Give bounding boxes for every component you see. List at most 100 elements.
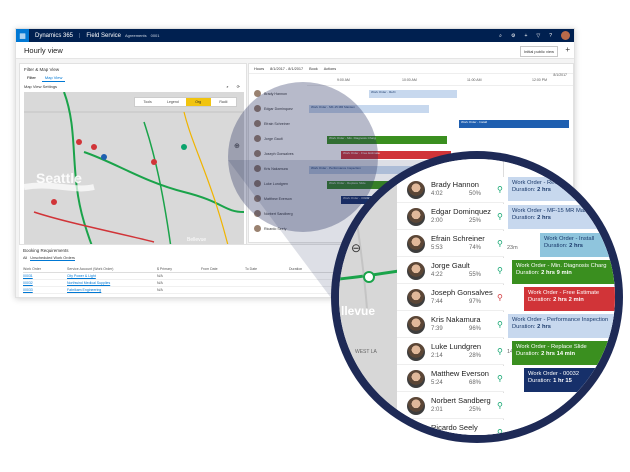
tab-all[interactable]: All xyxy=(23,256,27,261)
map-pin-icon[interactable]: ⚲ xyxy=(497,401,503,410)
map-pin-icon[interactable]: ⚲ xyxy=(497,212,503,221)
area-selector[interactable]: Field Service xyxy=(86,33,121,39)
account-link[interactable]: City Power & Light xyxy=(67,274,157,278)
resource-row[interactable]: Kris Nakamura 7:39 96% ⚲ xyxy=(397,312,504,338)
breadcrumb-2[interactable]: 0001 xyxy=(151,33,160,38)
work-order-link[interactable]: 00031 xyxy=(23,274,67,278)
booking-block[interactable]: Work Order - Performance Inspection Durat… xyxy=(508,314,615,338)
booking-duration-line: Duration: 2 hrs xyxy=(512,187,615,194)
booking-title: Work Order - Refri xyxy=(512,180,560,186)
zoom-map-pin[interactable] xyxy=(363,271,375,283)
work-order-link[interactable]: 00033 xyxy=(23,288,67,292)
map-pin-red[interactable] xyxy=(76,139,82,145)
resource-row[interactable]: Efrain Schreiner 5:53 74% ⚲ xyxy=(397,231,504,257)
filter-icon[interactable]: ▽ xyxy=(536,33,540,39)
booking-block[interactable]: Work Order - Free Estimate Duration: 2 hr… xyxy=(524,287,615,311)
zoom-map-zoom-icon[interactable]: ⊖ xyxy=(351,241,361,255)
column-header[interactable]: Duration xyxy=(289,267,333,271)
add-icon[interactable]: + xyxy=(524,33,527,39)
legend-legend[interactable]: Legend xyxy=(160,98,185,106)
map-pin-green[interactable] xyxy=(181,144,187,150)
resource-row[interactable]: Ricardo Seely ⚲ xyxy=(397,420,504,435)
booking-block[interactable]: Work Order - Replace Slide Duration: 2 hr… xyxy=(512,341,615,365)
table-row[interactable]: 00031 City Power & Light N/A xyxy=(23,273,353,280)
search-icon[interactable]: ⌕ xyxy=(499,33,502,39)
map-pin-icon[interactable]: ⚲ xyxy=(497,266,503,275)
booking-block[interactable]: Work Order - Install Duration: 2 hrs xyxy=(540,233,615,257)
map-view-settings[interactable]: Map View Settings xyxy=(24,84,57,89)
map-pin-icon[interactable]: ⚲ xyxy=(497,320,503,329)
map-pin-icon[interactable]: ⚲ xyxy=(497,374,503,383)
resource-row[interactable]: Joseph Gonsalves 7:44 97% ⚲ xyxy=(397,285,504,311)
app-launcher-icon[interactable]: ▦ xyxy=(16,29,29,42)
resource-row[interactable]: Luke Lundgren 2:14 28% ⚲ xyxy=(397,339,504,365)
resource-list: Brady Hannon 4:02 50% ⚲ Edgar Dominquez 2:00 2… xyxy=(397,159,504,435)
resource-name: Jorge Gault xyxy=(431,261,470,270)
map-refresh-icon[interactable]: ⟳ xyxy=(237,84,240,89)
column-header[interactable]: To Date xyxy=(245,267,289,271)
zoom-magnifier: ⊖ llevue WEST LA Brady Hannon 4:02 50% ⚲ Edg… xyxy=(332,152,622,442)
resource-row[interactable]: Matthew Everson 5:24 68% ⚲ xyxy=(397,366,504,392)
table-row[interactable]: 00033 Fabrikam Engineering N/A xyxy=(23,287,353,294)
column-header[interactable]: Service Account (Work Order) xyxy=(67,267,157,271)
legend-org[interactable]: Org xyxy=(185,98,211,106)
booking-grid: 23m 14m Work Order - RefriDuration: 2 hr… xyxy=(504,159,615,435)
booking-block[interactable]: Work Order - Refri Duration: 2 hrs xyxy=(508,177,615,201)
booking-duration: 2 hrs xyxy=(537,215,552,221)
time-tick: 11:00 AM xyxy=(467,78,482,82)
map-pin-red[interactable] xyxy=(91,144,97,150)
book-button[interactable]: Book xyxy=(309,67,318,71)
resource-row[interactable]: Jorge Gault 4:22 55% ⚲ xyxy=(397,258,504,284)
booking-duration-line: Duration: 2 hrs 9 min xyxy=(516,270,615,277)
column-header[interactable]: From Date xyxy=(201,267,245,271)
resource-row[interactable]: Edgar Dominquez 2:00 25% ⚲ xyxy=(397,204,504,230)
add-tab-icon[interactable]: + xyxy=(565,45,570,54)
help-icon[interactable]: ? xyxy=(549,33,552,39)
tab-unscheduled[interactable]: Unscheduled Work Orders xyxy=(30,256,75,261)
map-pin-icon[interactable]: ⚲ xyxy=(497,347,503,356)
booking-title: Work Order - Free Estimate xyxy=(528,290,600,296)
tab-filter[interactable]: Filter xyxy=(24,74,39,82)
booking-block[interactable]: Work Order - 00032 Duration: 1 hr 15 xyxy=(524,368,615,392)
mini-booking-block[interactable]: Work Order - Install xyxy=(459,120,569,128)
duration-prefix: Duration: xyxy=(516,351,540,357)
map-search-icon[interactable]: ⌕ xyxy=(226,84,228,89)
column-header[interactable]: Work Order xyxy=(23,267,67,271)
legend-tools[interactable]: Tools xyxy=(135,98,160,106)
resource-row[interactable]: Norbert Sandberg 2:01 25% ⚲ xyxy=(397,393,504,419)
brand-label[interactable]: Dynamics 365 xyxy=(35,33,73,39)
zoom-map-city: llevue xyxy=(341,304,376,318)
table-row[interactable]: 00032 Northwind Medical Supplies N/A xyxy=(23,280,353,287)
resource-name: Joseph Gonsalves xyxy=(431,288,493,297)
work-order-link[interactable]: 00032 xyxy=(23,281,67,285)
map-pin-icon[interactable]: ⚲ xyxy=(497,428,503,435)
actions-button[interactable]: Actions xyxy=(324,67,336,71)
user-avatar[interactable] xyxy=(561,31,570,40)
map-pin-icon[interactable]: ⚲ xyxy=(497,185,503,194)
map-pin-red[interactable] xyxy=(51,199,57,205)
top-nav-bar: ▦ Dynamics 365 | Field Service Agreement… xyxy=(16,29,574,42)
map-pin-icon[interactable]: ⚲ xyxy=(497,293,503,302)
breadcrumb-1[interactable]: Agreements xyxy=(125,33,147,38)
booking-title: Work Order - Performance Inspection xyxy=(512,317,609,323)
resource-avatar xyxy=(407,181,425,199)
booking-block[interactable]: Work Order - MF-15 MR Mainten Duration: 2… xyxy=(508,205,615,229)
map-pin-icon[interactable]: ⚲ xyxy=(497,239,503,248)
settings-icon[interactable]: ⚙ xyxy=(511,33,515,39)
date-range[interactable]: 8/1/2017 - 8/1/2017 xyxy=(270,67,303,71)
time-axis: 9:00 AM 10:00 AM 11:00 AM 12:00 PM xyxy=(307,76,573,86)
map-pin-red[interactable] xyxy=(151,159,157,165)
view-selector[interactable]: Initial public view xyxy=(519,46,558,57)
booking-block[interactable]: Work Order - Min. Diagnosis Charg Duratio… xyxy=(512,260,615,284)
resource-row[interactable]: Brady Hannon 4:02 50% ⚲ xyxy=(397,177,504,203)
tab-map-view[interactable]: Map View xyxy=(41,74,66,82)
legend-radii[interactable]: Radii xyxy=(211,98,236,106)
resource-name: Ricardo Seely xyxy=(431,423,478,432)
column-header[interactable]: $ Primary xyxy=(157,267,201,271)
account-link[interactable]: Fabrikam Engineering xyxy=(67,288,157,292)
page-title: Hourly view xyxy=(24,46,63,55)
mini-booking-block[interactable]: Work Order - Refri xyxy=(369,90,457,98)
account-link[interactable]: Northwind Medical Supplies xyxy=(67,281,157,285)
hours-selector[interactable]: Hours xyxy=(254,67,264,71)
map-pin-blue[interactable] xyxy=(101,154,107,160)
